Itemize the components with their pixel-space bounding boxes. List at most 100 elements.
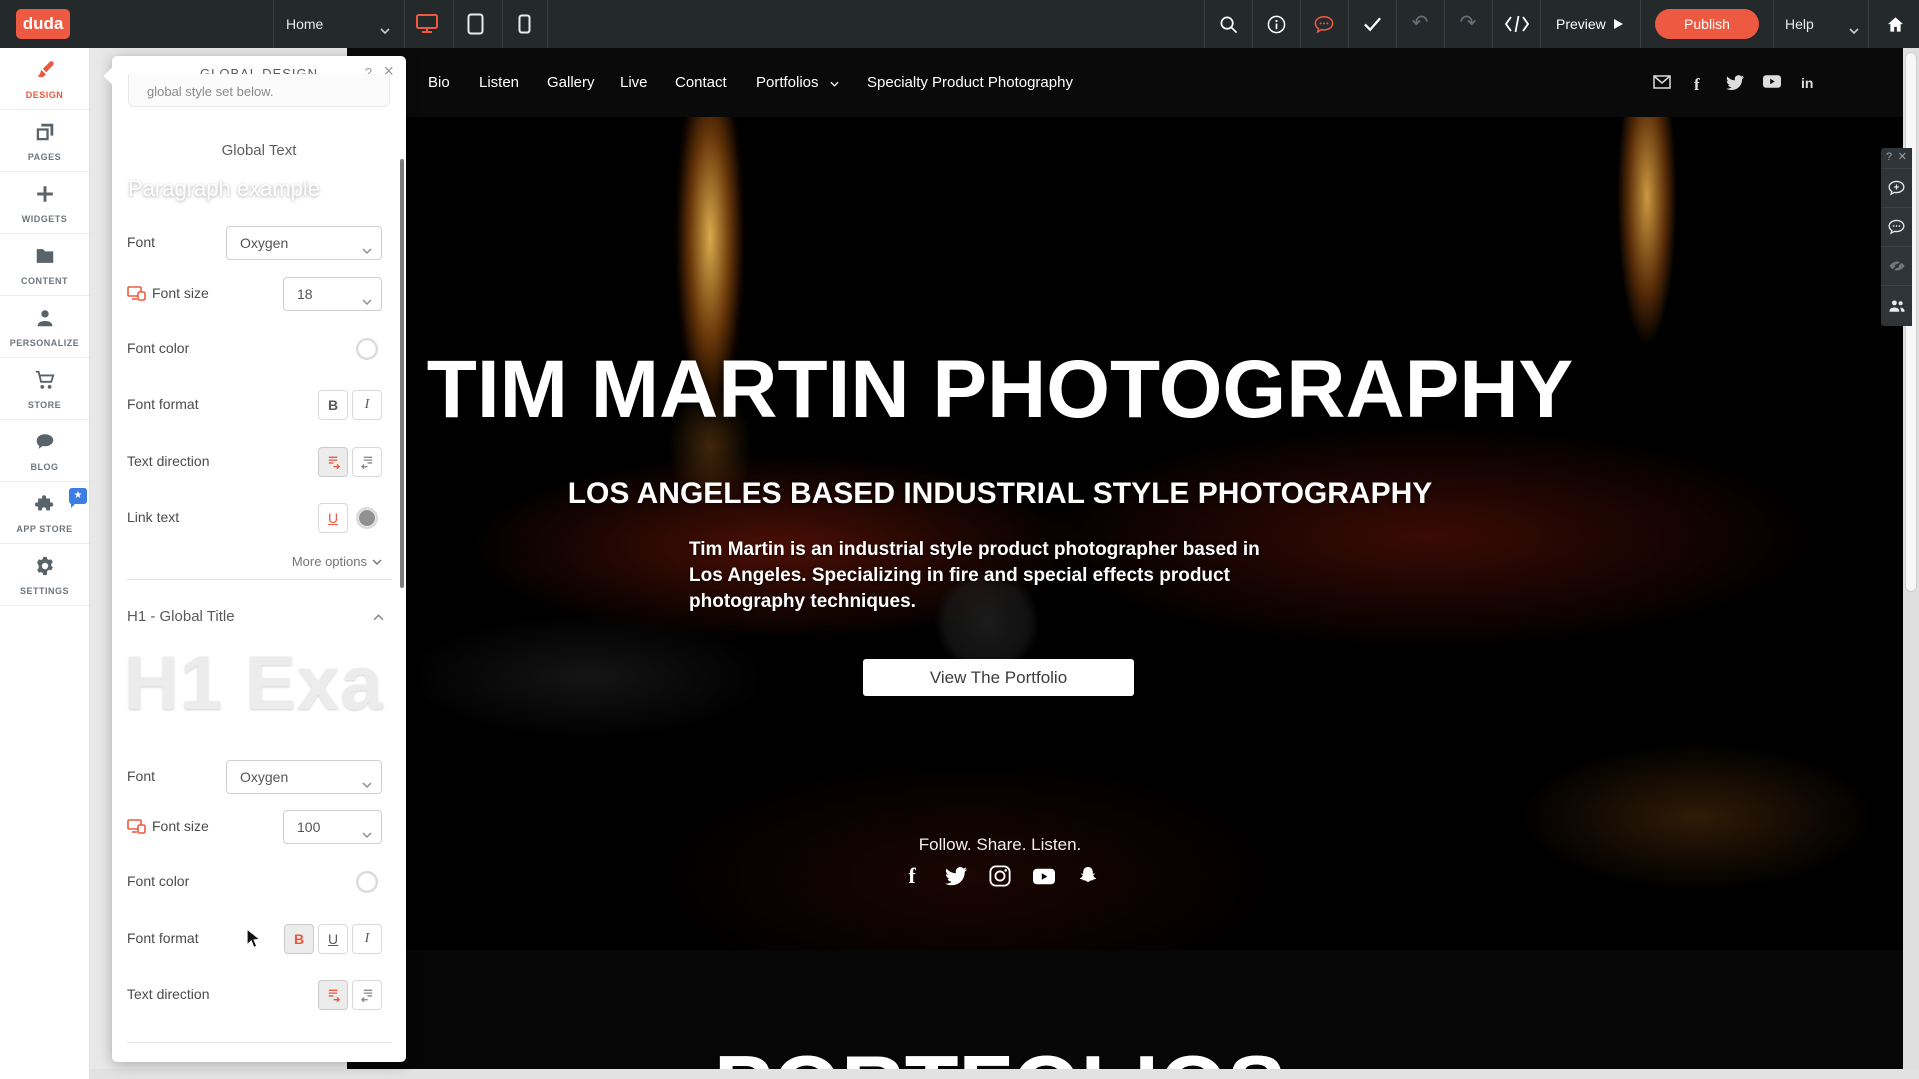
- nav-link-contact[interactable]: Contact: [675, 48, 727, 117]
- instagram-link[interactable]: [989, 865, 1011, 887]
- duda-logo[interactable]: duda: [16, 9, 70, 39]
- comments-button[interactable]: [1881, 207, 1912, 246]
- h1-underline-button[interactable]: U: [318, 924, 348, 954]
- undo-icon: ↶: [1412, 12, 1429, 34]
- undo-button[interactable]: ↶: [1408, 0, 1432, 48]
- hide-elements-button[interactable]: [1881, 246, 1912, 285]
- hero-body-text[interactable]: Tim Martin is an industrial style produc…: [689, 537, 1274, 615]
- sidebar-item-content[interactable]: CONTENT: [0, 234, 89, 296]
- hero-title[interactable]: TIM MARTIN PHOTOGRAPHY: [347, 343, 1653, 437]
- nav-link-listen[interactable]: Listen: [479, 48, 519, 117]
- youtube-link[interactable]: [1763, 75, 1781, 91]
- divider: [1396, 0, 1397, 48]
- publish-button[interactable]: Publish: [1655, 9, 1759, 39]
- email-link[interactable]: [1653, 75, 1671, 91]
- toolbar-help-icon[interactable]: ?: [1886, 151, 1892, 163]
- play-icon: [1614, 19, 1623, 29]
- sidebar-item-store[interactable]: STORE: [0, 358, 89, 420]
- chevron-up-icon[interactable]: [373, 608, 384, 626]
- link-color-swatch[interactable]: [356, 507, 378, 529]
- italic-button[interactable]: I: [352, 390, 382, 420]
- save-check-button[interactable]: [1362, 14, 1382, 34]
- font-size-select[interactable]: 18: [283, 277, 382, 311]
- underline-button[interactable]: U: [318, 503, 348, 533]
- view-portfolio-button[interactable]: View The Portfolio: [863, 659, 1134, 696]
- add-comment-button[interactable]: [1881, 168, 1912, 207]
- toolbar-close-icon[interactable]: ✕: [1898, 150, 1907, 163]
- info-button[interactable]: [1266, 14, 1286, 34]
- rtl-icon: [360, 455, 375, 469]
- divider: [1252, 0, 1253, 48]
- twitter-link[interactable]: [945, 865, 967, 887]
- youtube-link[interactable]: [1033, 865, 1055, 887]
- nav-link-specialty[interactable]: Specialty Product Photography: [867, 48, 1073, 117]
- horizontal-scrollbar[interactable]: [90, 1069, 1919, 1079]
- h1-font-color-label: Font color: [127, 873, 189, 889]
- sidebar-item-pages[interactable]: PAGES: [0, 110, 89, 172]
- sidebar-item-blog[interactable]: BLOG: [0, 420, 89, 482]
- divider: [1868, 0, 1869, 48]
- sidebar-item-personalize[interactable]: PERSONALIZE: [0, 296, 89, 358]
- desktop-view-button[interactable]: [414, 12, 440, 36]
- link-text-label: Link text: [127, 509, 179, 525]
- sidebar-item-label: STORE: [0, 400, 89, 410]
- sidebar-item-design[interactable]: DESIGN: [0, 48, 89, 110]
- linkedin-link[interactable]: in: [1801, 75, 1819, 91]
- direction-ltr-button[interactable]: [318, 447, 348, 477]
- h1-bold-button[interactable]: B: [284, 924, 314, 954]
- help-menu[interactable]: Help: [1785, 0, 1814, 48]
- hero-social-row: f: [347, 865, 1653, 887]
- sidebar-item-app-store[interactable]: APP STORE ★: [0, 482, 89, 544]
- sidebar-item-label: WIDGETS: [0, 214, 89, 224]
- preview-button[interactable]: Preview: [1556, 0, 1606, 48]
- h1-section-heading: H1 - Global Title: [127, 608, 235, 625]
- nav-link-gallery[interactable]: Gallery: [547, 48, 595, 117]
- dashboard-home-button[interactable]: [1885, 14, 1905, 34]
- h1-direction-ltr-button[interactable]: [318, 980, 348, 1010]
- portfolios-title[interactable]: PORTFOLIOS: [347, 1036, 1653, 1069]
- global-design-panel: GLOBAL DESIGN ? × global style set below…: [112, 56, 406, 1062]
- more-options-link[interactable]: More options: [292, 554, 382, 569]
- panel-scrollbar[interactable]: [400, 159, 404, 588]
- chevron-down-icon[interactable]: [1849, 21, 1859, 39]
- facebook-link[interactable]: f: [1694, 75, 1712, 91]
- h1-direction-rtl-button[interactable]: [352, 980, 382, 1010]
- info-icon: [1267, 15, 1286, 34]
- dev-mode-button[interactable]: [1504, 14, 1530, 34]
- h1-font-color-swatch[interactable]: [356, 871, 378, 893]
- h1-font-size-select[interactable]: 100: [283, 810, 382, 844]
- twitter-link[interactable]: [1726, 75, 1744, 91]
- h1-font-select[interactable]: Oxygen: [226, 760, 382, 794]
- direction-rtl-button[interactable]: [352, 447, 382, 477]
- collaborators-button[interactable]: [1881, 285, 1912, 324]
- nav-link-portfolios[interactable]: Portfolios: [756, 48, 839, 117]
- tablet-view-button[interactable]: [462, 12, 488, 36]
- comment-plus-icon: [1888, 180, 1905, 196]
- mobile-view-button[interactable]: [511, 12, 537, 36]
- nav-link-live[interactable]: Live: [620, 48, 648, 117]
- redo-button[interactable]: ↷: [1456, 0, 1480, 48]
- facebook-link[interactable]: f: [901, 865, 923, 887]
- divider: [547, 0, 548, 48]
- site-preview: Bio Listen Gallery Live Contact Portfoli…: [347, 48, 1903, 1069]
- sidebar-item-widgets[interactable]: WIDGETS: [0, 172, 89, 234]
- sidebar-item-settings[interactable]: SETTINGS: [0, 544, 89, 606]
- h1-italic-button[interactable]: I: [352, 924, 382, 954]
- chevron-down-icon[interactable]: [380, 21, 390, 39]
- font-select[interactable]: Oxygen: [226, 226, 382, 260]
- hero-section: TIM MARTIN PHOTOGRAPHY LOS ANGELES BASED…: [347, 117, 1903, 950]
- page-selector[interactable]: Home: [286, 0, 323, 48]
- h1-font-size-value: 100: [297, 819, 320, 835]
- snapchat-link[interactable]: [1077, 865, 1099, 887]
- search-button[interactable]: [1218, 14, 1238, 34]
- font-color-swatch[interactable]: [356, 338, 378, 360]
- chevron-down-icon: [362, 825, 372, 841]
- divider: [127, 579, 392, 580]
- youtube-icon: [1033, 868, 1055, 885]
- bold-button[interactable]: B: [318, 390, 348, 420]
- font-size-label-text: Font size: [152, 285, 209, 301]
- hero-subtitle[interactable]: LOS ANGELES BASED INDUSTRIAL STYLE PHOTO…: [347, 477, 1653, 511]
- feedback-button[interactable]: [1314, 14, 1334, 34]
- site-nav-bar: Bio Listen Gallery Live Contact Portfoli…: [347, 48, 1903, 117]
- nav-link-bio[interactable]: Bio: [428, 48, 450, 117]
